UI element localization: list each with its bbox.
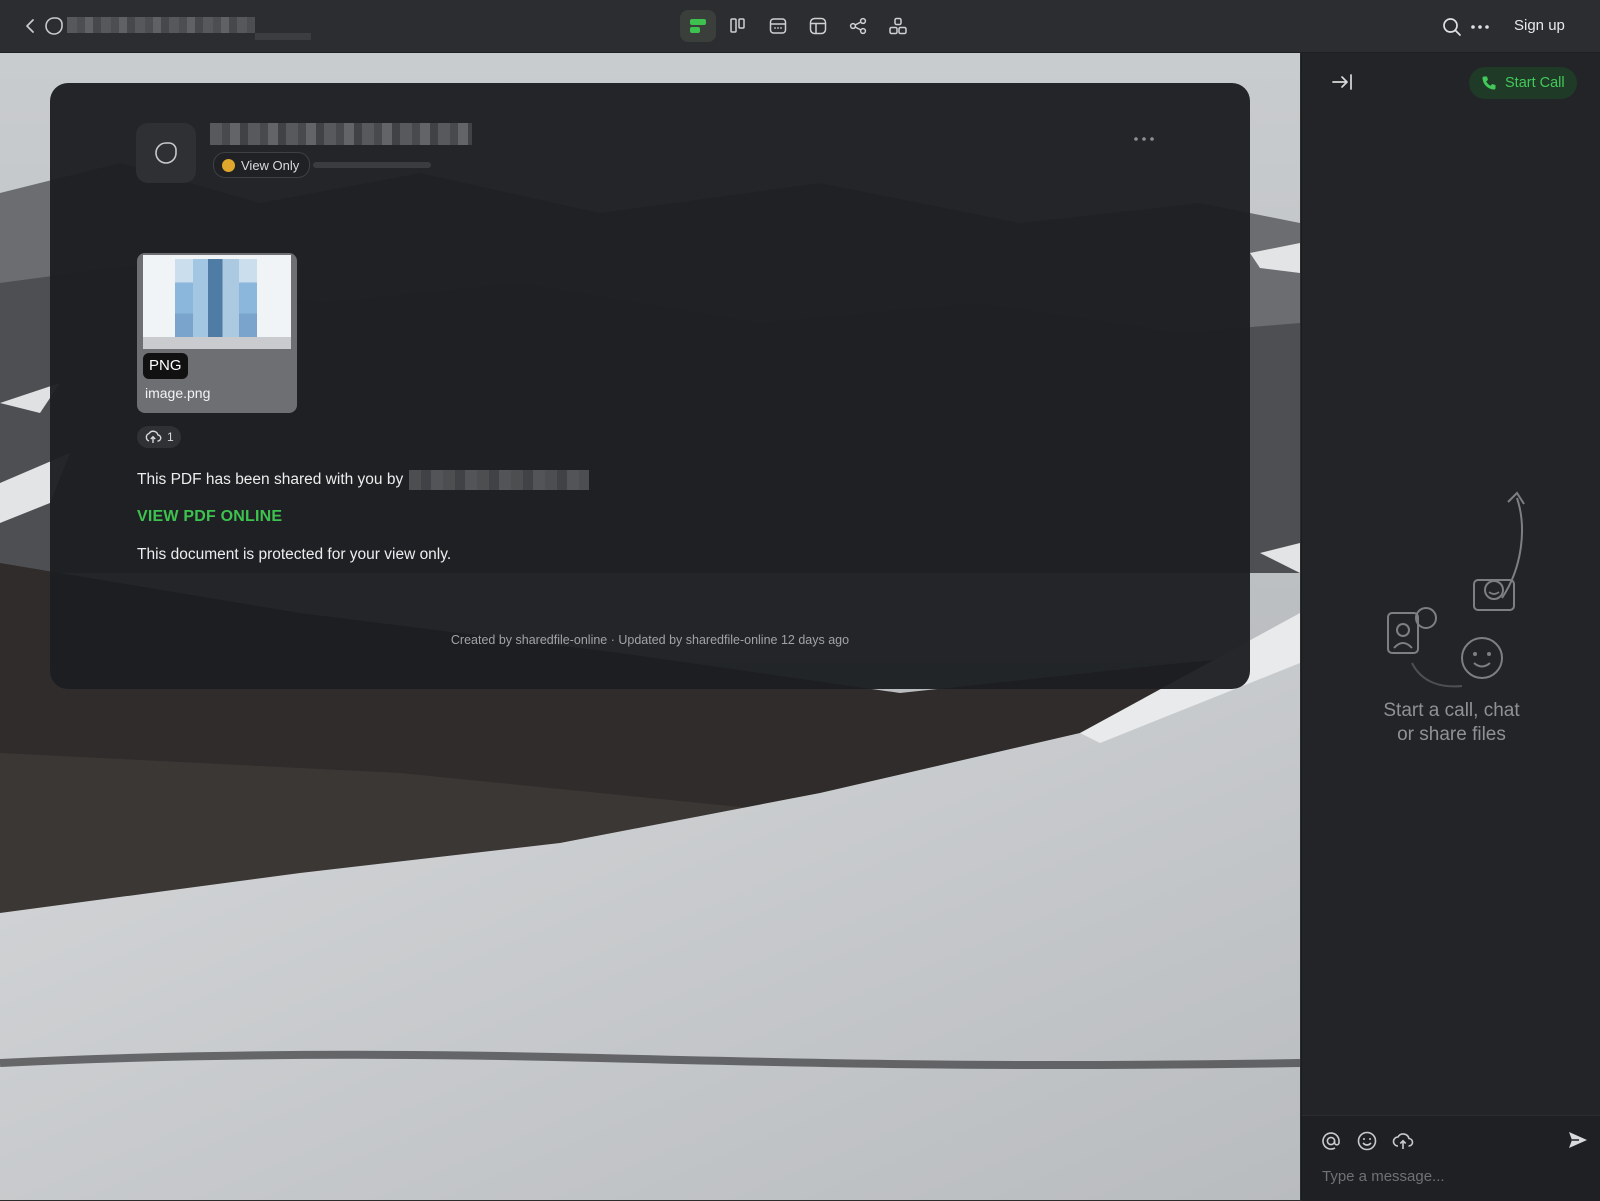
more-options-icon[interactable]	[1469, 16, 1491, 38]
tool-structure[interactable]	[880, 10, 916, 42]
file-type-badge: PNG	[143, 353, 188, 379]
structure-icon	[889, 17, 907, 35]
mention-icon[interactable]	[1320, 1130, 1342, 1152]
doc-view-icon	[690, 19, 706, 33]
chat-illustration	[1387, 491, 1525, 688]
view-pdf-link[interactable]: VIEW PDF ONLINE	[137, 508, 282, 526]
table-icon	[809, 17, 827, 35]
tool-calendar[interactable]	[760, 10, 796, 42]
phone-icon	[1482, 76, 1496, 90]
protected-notice: This document is protected for your view…	[137, 546, 452, 563]
tool-table[interactable]	[800, 10, 836, 42]
send-icon[interactable]	[1566, 1128, 1590, 1152]
tool-board[interactable]	[720, 10, 756, 42]
document-title-redacted	[67, 17, 255, 33]
file-attachment[interactable]: PNG image.png	[137, 253, 297, 413]
card-title-redacted	[210, 123, 472, 145]
emoji-icon[interactable]	[1356, 1130, 1378, 1152]
empty-state-line1: Start a call, chat	[1383, 700, 1520, 721]
view-switcher	[680, 10, 916, 42]
back-arrow-icon[interactable]	[20, 14, 42, 38]
document-card: View Only PNG image.png 1 This PDF has b…	[50, 83, 1250, 689]
shared-notice: This PDF has been shared with you by	[137, 470, 590, 490]
title-underline	[255, 33, 311, 40]
upload-count-value: 1	[167, 430, 174, 444]
chat-panel: Start Call Start a call, chat or share f…	[1301, 53, 1600, 1201]
share-graph-icon	[849, 17, 867, 35]
card-subtitle-redacted	[313, 162, 431, 168]
tool-graph[interactable]	[840, 10, 876, 42]
shared-text: This PDF has been shared with you by	[137, 471, 404, 488]
card-more-icon[interactable]	[1130, 129, 1158, 149]
start-call-button[interactable]: Start Call	[1469, 67, 1577, 99]
cloud-upload-icon	[145, 430, 162, 443]
empty-state-text: Start a call, chat or share files	[1302, 699, 1600, 747]
collapse-panel-icon[interactable]	[1330, 71, 1356, 93]
empty-state-line2: or share files	[1397, 724, 1506, 745]
calendar-icon	[769, 18, 787, 34]
message-input[interactable]	[1320, 1162, 1584, 1190]
sharer-name-redacted	[409, 470, 590, 490]
document-icon	[44, 15, 64, 37]
top-bar: Sign up	[0, 0, 1600, 53]
file-thumbnail	[143, 255, 291, 349]
document-type-icon	[136, 123, 196, 183]
signup-button[interactable]: Sign up	[1510, 14, 1569, 38]
upload-count[interactable]: 1	[137, 426, 181, 448]
search-icon[interactable]	[1441, 16, 1463, 38]
view-only-badge: View Only	[213, 152, 311, 178]
file-name: image.png	[145, 385, 211, 401]
tool-doc[interactable]	[680, 10, 716, 42]
columns-icon	[730, 18, 745, 33]
start-call-label: Start Call	[1505, 75, 1565, 91]
card-footer: Created by sharedfile-online · Updated b…	[450, 633, 850, 647]
upload-icon[interactable]	[1392, 1130, 1414, 1152]
view-only-label: View Only	[241, 157, 300, 173]
message-composer	[1302, 1115, 1600, 1201]
emoji-icon	[222, 158, 235, 172]
